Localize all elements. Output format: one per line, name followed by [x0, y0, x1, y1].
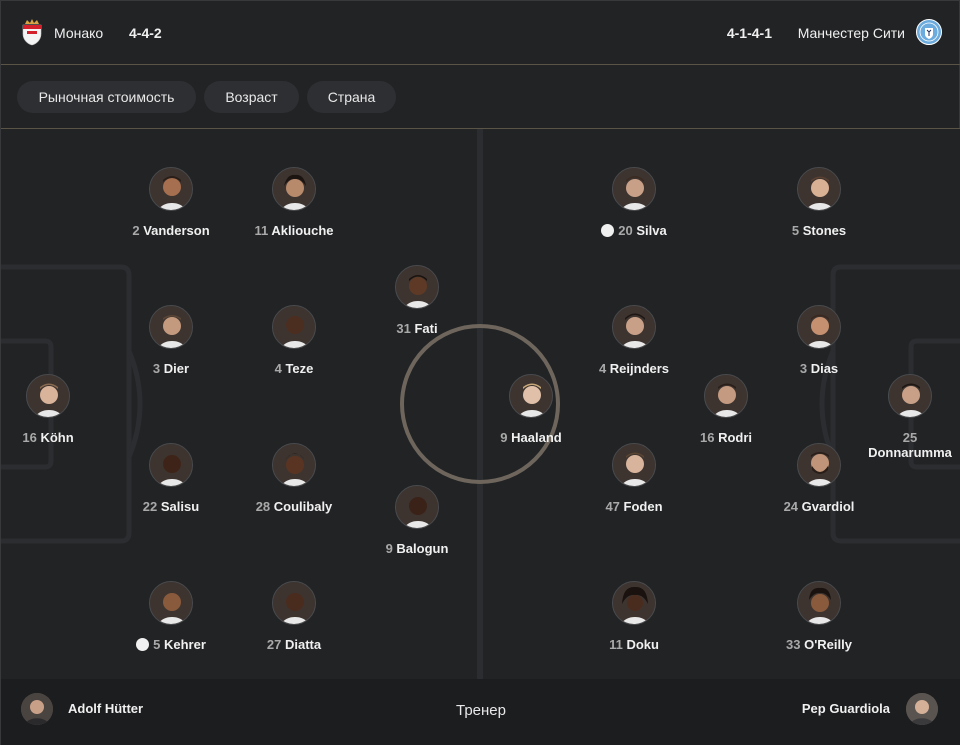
coach-bar: Adolf Hütter Тренер Pep Guardiola	[1, 679, 960, 745]
player-label: 9 Balogun	[385, 541, 449, 556]
player-photo-icon	[272, 305, 316, 349]
player-card[interactable]: 20 Silva	[559, 167, 709, 238]
player-photo-icon	[612, 167, 656, 211]
player-label: 20 Silva	[559, 223, 709, 238]
filter-country-chip[interactable]: Страна	[307, 81, 396, 113]
player-card[interactable]: 4 Teze	[219, 305, 369, 376]
chip-label: Рыночная стоимость	[38, 89, 175, 105]
lineup-widget: Монако 4-4-2 4-1-4-1 Манчестер Сити Рыно…	[0, 0, 960, 745]
home-team-name[interactable]: Монако	[54, 25, 103, 41]
player-label: 5 Stones	[791, 223, 847, 238]
coach-photo-icon[interactable]	[906, 693, 938, 725]
player-photo-icon	[395, 485, 439, 529]
player-card[interactable]: 9 Balogun	[342, 485, 492, 556]
away-team-name[interactable]: Манчестер Сити	[798, 25, 905, 41]
player-card[interactable]: 11 Doku	[559, 581, 709, 652]
player-photo-icon	[272, 443, 316, 487]
player-label: 33 O'Reilly	[786, 637, 852, 652]
player-label: 27 Diatta	[266, 637, 322, 652]
chip-label: Страна	[327, 89, 376, 105]
player-label: 47 Foden	[605, 499, 663, 514]
manchester-city-crest-icon	[916, 19, 942, 45]
player-photo-icon	[149, 581, 193, 625]
player-photo-icon	[149, 443, 193, 487]
yellow-card-icon	[136, 638, 150, 651]
away-formation: 4-1-4-1	[726, 25, 772, 41]
player-photo-icon	[612, 443, 656, 487]
player-card[interactable]: 16 Rodri	[651, 374, 801, 445]
player-card[interactable]: 47 Foden	[559, 443, 709, 514]
pitch: 2 Vanderson 11 Akliouche 31 Fati 3 Dier …	[1, 129, 960, 679]
player-card[interactable]: 4 Reijnders	[559, 305, 709, 376]
player-photo-icon	[797, 581, 841, 625]
player-label: 4 Teze	[274, 361, 314, 376]
player-card[interactable]: 24 Gvardiol	[744, 443, 894, 514]
player-photo-icon	[272, 581, 316, 625]
chip-label: Возраст	[225, 89, 278, 105]
player-card[interactable]: 5 Stones	[744, 167, 894, 238]
filter-market-value-chip[interactable]: Рыночная стоимость	[17, 81, 196, 113]
home-formation: 4-4-2	[129, 25, 162, 41]
away-coach-name[interactable]: Pep Guardiola	[802, 701, 890, 716]
team-header: Монако 4-4-2 4-1-4-1 Манчестер Сити	[1, 1, 960, 65]
player-photo-icon	[704, 374, 748, 418]
yellow-card-icon	[601, 224, 615, 237]
player-photo-icon	[395, 265, 439, 309]
player-photo-icon	[797, 305, 841, 349]
filter-row: Рыночная стоимость Возраст Страна	[1, 65, 960, 129]
player-photo-icon	[26, 374, 70, 418]
player-card[interactable]: 27 Diatta	[219, 581, 369, 652]
player-photo-icon	[612, 581, 656, 625]
player-card[interactable]: 16 Köhn	[1, 374, 123, 445]
player-card[interactable]: 33 O'Reilly	[744, 581, 894, 652]
player-photo-icon	[888, 374, 932, 418]
player-photo-icon	[797, 443, 841, 487]
player-photo-icon	[272, 167, 316, 211]
player-card[interactable]: 11 Akliouche	[219, 167, 369, 238]
player-photo-icon	[612, 305, 656, 349]
player-photo-icon	[509, 374, 553, 418]
player-photo-icon	[149, 167, 193, 211]
player-photo-icon	[797, 167, 841, 211]
player-photo-icon	[149, 305, 193, 349]
monaco-crest-icon	[22, 19, 42, 46]
player-card[interactable]: 9 Haaland	[456, 374, 606, 445]
player-label: 11 Akliouche	[254, 223, 334, 238]
player-card[interactable]: 3 Dias	[744, 305, 894, 376]
player-label: 24 Gvardiol	[783, 499, 855, 514]
filter-age-chip[interactable]: Возраст	[204, 81, 299, 113]
player-label: 11 Doku	[609, 637, 659, 652]
